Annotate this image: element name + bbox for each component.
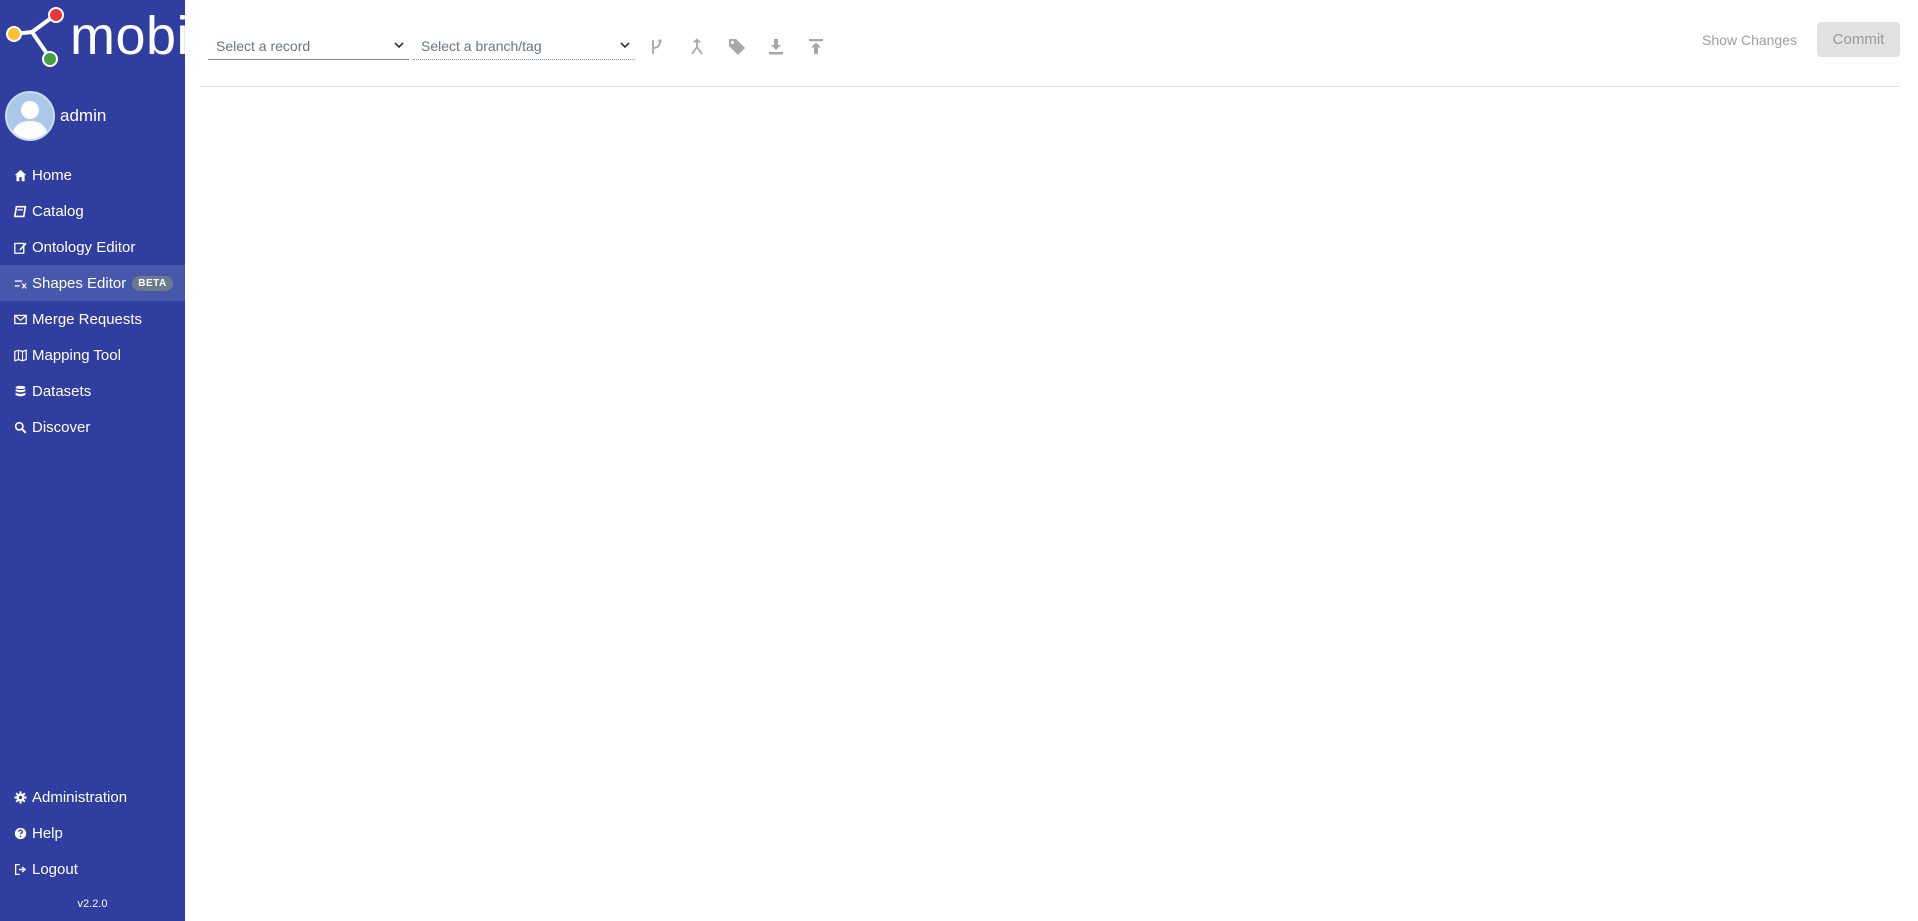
commit-button[interactable]: Commit [1817, 22, 1900, 57]
branch-tag-select[interactable]: Select a branch/tag [413, 32, 635, 60]
sidebar-item-label: Help [32, 824, 63, 842]
sidebar-item-label: Datasets [32, 382, 92, 400]
merge-icon [691, 38, 703, 55]
sidebar-item-label: Mapping Tool [32, 346, 121, 364]
sidebar-item-label: Catalog [32, 202, 84, 220]
sidebar-item-label: Logout [32, 860, 78, 878]
sidebar-item-shapes-editor[interactable]: Shapes Editor BETA [0, 265, 185, 301]
sidebar-item-label: Ontology Editor [32, 238, 136, 256]
main-nav: Home Catalog Ontology Editor Shapes Edit… [0, 157, 185, 445]
username: admin [60, 106, 107, 125]
user-icon [12, 101, 48, 139]
sidebar-item-mapping-tool[interactable]: Mapping Tool [0, 337, 185, 373]
editor-toolbar: Select a record Select a branch/tag Show… [200, 0, 1900, 87]
beta-badge: BETA [132, 275, 173, 291]
logo-text: mobi [70, 6, 190, 66]
sidebar-item-home[interactable]: Home [0, 157, 185, 193]
sidebar-item-administration[interactable]: Administration [0, 779, 185, 815]
merge-branch-button[interactable] [685, 35, 709, 59]
editor-content-area [200, 87, 1900, 921]
record-select[interactable]: Select a record [208, 32, 409, 60]
database-icon [13, 384, 27, 398]
search-icon [13, 420, 27, 434]
show-changes-button[interactable]: Show Changes [1702, 28, 1797, 52]
mobi-logo[interactable]: mobi [4, 4, 189, 70]
home-icon [13, 168, 27, 182]
sign-out-icon [13, 862, 27, 876]
app-version: v2.2.0 [77, 898, 108, 910]
upload-button[interactable] [804, 35, 828, 59]
sidebar-item-merge-requests[interactable]: Merge Requests [0, 301, 185, 337]
gear-icon [13, 790, 27, 804]
sidebar-item-label: Administration [32, 788, 128, 806]
logo-graph-icon [6, 7, 64, 67]
branch-select-placeholder: Select a branch/tag [421, 37, 542, 54]
bottom-nav: Administration Help Logout [0, 779, 185, 887]
branch-icon [652, 39, 662, 54]
edit-icon [13, 240, 27, 254]
sidebar-item-catalog[interactable]: Catalog [0, 193, 185, 229]
chevron-down-icon [394, 42, 404, 49]
sidebar-item-datasets[interactable]: Datasets [0, 373, 185, 409]
sidebar-item-label: Discover [32, 418, 91, 436]
sidebar-item-label: Home [32, 166, 73, 184]
question-circle-icon [13, 826, 27, 840]
sidebar: mobi admin Home Catalog Ontology Editor … [0, 0, 189, 921]
user-profile[interactable]: admin [5, 90, 106, 142]
create-branch-button[interactable] [645, 35, 669, 59]
sidebar-item-logout[interactable]: Logout [0, 851, 185, 887]
envelope-icon [13, 312, 27, 326]
sidebar-item-ontology-editor[interactable]: Ontology Editor [0, 229, 185, 265]
download-icon [769, 39, 783, 55]
sidebar-item-label: Merge Requests [32, 310, 143, 328]
create-tag-button[interactable] [725, 35, 749, 59]
chevron-down-icon [620, 42, 630, 49]
avatar[interactable] [5, 91, 55, 141]
upload-icon [809, 39, 823, 54]
record-select-placeholder: Select a record [216, 37, 311, 54]
shapes-icon [13, 276, 27, 290]
book-icon [13, 204, 27, 218]
map-icon [13, 348, 27, 362]
sidebar-item-label: Shapes Editor [32, 274, 127, 292]
download-button[interactable] [764, 35, 788, 59]
sidebar-item-help[interactable]: Help [0, 815, 185, 851]
sidebar-item-discover[interactable]: Discover [0, 409, 185, 445]
tag-icon [729, 39, 745, 55]
